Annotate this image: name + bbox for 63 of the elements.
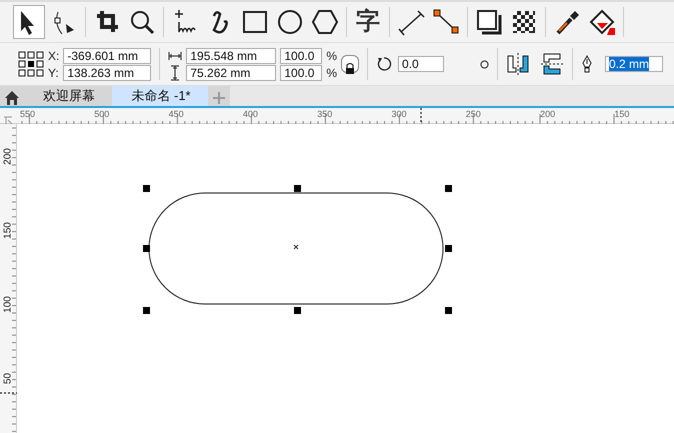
document-tab[interactable]: 欢迎屏幕 [24,86,112,106]
ruler-label: 50 [2,372,14,386]
ruler-label: 200 [2,148,14,166]
ruler-label: 150 [2,222,14,240]
rotate-icon [376,56,392,72]
scale-y-field[interactable]: 100.0 [280,64,322,80]
document-tab[interactable]: 未命名 -1* [112,86,208,106]
locked-padlock-icon [345,62,356,74]
outline-width-field[interactable]: 0.2 mm [605,56,664,72]
checkerboard-icon [510,8,538,36]
connector-icon [432,8,460,36]
x-label: X: [48,48,60,64]
tool-button[interactable] [13,5,45,39]
ruler-label: 300 [392,109,407,119]
selection-handle[interactable] [143,245,150,252]
ruler-label: 350 [317,109,332,119]
y-label: Y: [48,64,60,80]
percent-label: % [326,48,338,64]
degree-circle-icon [480,60,490,68]
ellipse-icon [276,8,304,36]
ruler-label: 250 [466,109,481,119]
selection-handle[interactable] [143,185,150,192]
selection-handle[interactable] [445,307,452,314]
mirror-horizontal-icon [506,52,530,76]
home-icon [4,90,20,106]
ruler-label: 100 [2,296,14,314]
mirror-vertical-icon [540,52,564,76]
selection-handle[interactable] [445,185,452,192]
ruler-label: 550 [20,109,36,119]
mirror-vertical-button[interactable] [540,52,564,76]
scale-x-field[interactable]: 100.0 [280,48,322,64]
paint-bucket-icon [588,8,616,36]
ruler-label: 400 [242,109,258,119]
dimension-line-icon [397,8,425,36]
y-field[interactable]: 138.263 mm [63,64,152,80]
selection-handle[interactable] [445,245,452,252]
pen-nib-icon [581,55,594,73]
ruler-label: 500 [94,109,110,119]
x-field[interactable]: -369.601 mm [63,48,152,64]
rotation-field[interactable]: 0.0 [398,56,444,72]
selection-handle[interactable] [294,307,301,314]
text-tool-glyph: 字 [356,10,380,34]
rounded-rectangle-shape[interactable] [148,192,444,304]
selection-handle[interactable] [143,307,150,314]
lock-ratio-button[interactable] [341,55,360,73]
height-field[interactable]: 75.262 mm [186,64,276,80]
center-cross-icon [294,244,298,250]
selection-handle[interactable] [294,185,301,192]
width-field[interactable]: 195.548 mm [186,48,276,64]
mirror-horizontal-button[interactable] [506,52,530,76]
hexagon-icon [311,8,339,36]
reference-point-icon [18,51,44,77]
drop-shadow-icon [475,8,503,36]
rectangle-icon [241,8,269,36]
ruler-label: 450 [168,109,184,119]
search-icon [128,8,156,36]
plus-icon [212,90,226,105]
ruler-label: 200 [540,109,556,119]
tool-button[interactable]: 字 [352,5,384,39]
home-tab[interactable] [0,86,24,106]
ruler-origin-icon [3,114,13,125]
ruler-label: 150 [614,109,630,119]
percent-label: % [326,64,338,80]
